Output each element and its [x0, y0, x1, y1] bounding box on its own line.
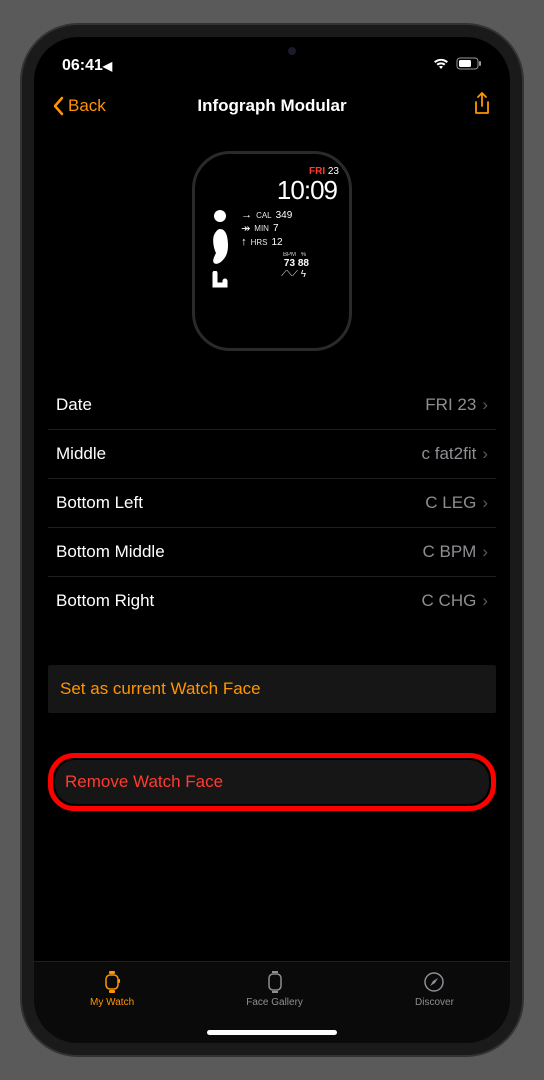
- preview-hrs-val: 12: [271, 237, 282, 248]
- share-button[interactable]: [472, 92, 492, 121]
- tab-label: Discover: [415, 997, 454, 1008]
- tab-face-gallery[interactable]: Face Gallery: [246, 970, 303, 1008]
- row-label: Date: [56, 395, 92, 415]
- chevron-left-icon: [52, 96, 64, 116]
- watch-icon: [101, 970, 123, 994]
- row-value: C LEG: [425, 493, 476, 513]
- home-indicator[interactable]: [207, 1030, 337, 1035]
- row-bottom-right[interactable]: Bottom Right C CHG›: [48, 577, 496, 625]
- highlight-annotation: Remove Watch Face: [48, 753, 496, 811]
- preview-time: 10:09: [205, 177, 339, 203]
- status-time: 06:41◀: [62, 57, 112, 75]
- row-date[interactable]: Date FRI 23 ›: [48, 381, 496, 430]
- preview-cal-label: CAL: [256, 211, 272, 220]
- share-icon: [472, 92, 492, 116]
- complication-list: Date FRI 23› Middle c fat2fit› Bottom Le…: [34, 381, 510, 625]
- battery-icon: [456, 57, 482, 75]
- preview-chg-val: 88: [298, 258, 309, 269]
- back-label: Back: [68, 96, 106, 116]
- preview-bpm-label: BPM: [281, 252, 298, 258]
- wifi-icon: [432, 57, 450, 75]
- row-value: C CHG: [422, 591, 477, 611]
- preview-min-val: 7: [273, 223, 279, 234]
- nav-header: Back Infograph Modular: [34, 81, 510, 131]
- notch: [167, 37, 377, 65]
- chevron-right-icon: ›: [482, 542, 488, 562]
- page-title: Infograph Modular: [197, 96, 346, 116]
- row-bottom-middle[interactable]: Bottom Middle C BPM ›: [48, 528, 496, 577]
- tab-label: My Watch: [90, 997, 134, 1008]
- chevron-right-icon: ›: [482, 395, 488, 415]
- gallery-icon: [265, 970, 285, 994]
- tab-my-watch[interactable]: My Watch: [90, 970, 134, 1008]
- back-button[interactable]: Back: [52, 96, 106, 116]
- row-label: Bottom Left: [56, 493, 143, 513]
- chevron-right-icon: ›: [482, 444, 488, 464]
- preview-min-label: MIN: [254, 224, 269, 233]
- row-value: C BPM: [422, 542, 476, 562]
- preview-cal-val: 349: [276, 210, 293, 221]
- preview-bpm-val: 73: [281, 258, 298, 269]
- preview-chg-label: %: [298, 252, 309, 258]
- row-label: Middle: [56, 444, 106, 464]
- set-current-face-button[interactable]: Set as current Watch Face: [48, 665, 496, 713]
- chevron-right-icon: ›: [482, 493, 488, 513]
- row-value: c fat2fit: [422, 444, 477, 464]
- preview-hrs-label: HRS: [251, 238, 268, 247]
- row-middle[interactable]: Middle c fat2fit›: [48, 430, 496, 479]
- tab-label: Face Gallery: [246, 997, 303, 1008]
- body-figure-icon: [205, 209, 235, 289]
- chevron-right-icon: ›: [482, 591, 488, 611]
- row-label: Bottom Middle: [56, 542, 165, 562]
- compass-icon: [423, 970, 445, 994]
- row-label: Bottom Right: [56, 591, 154, 611]
- tab-discover[interactable]: Discover: [415, 970, 454, 1008]
- row-value: FRI 23: [425, 395, 476, 415]
- phone-frame: 06:41◀ Back Infograph Modular FRI 23 10:…: [22, 25, 522, 1055]
- row-bottom-left[interactable]: Bottom Left C LEG ›: [48, 479, 496, 528]
- remove-face-button[interactable]: Remove Watch Face: [55, 760, 489, 804]
- watch-face-preview: FRI 23 10:09 →CAL 349 ↠MIN 7 ↑HRS 12 BPM…: [34, 131, 510, 381]
